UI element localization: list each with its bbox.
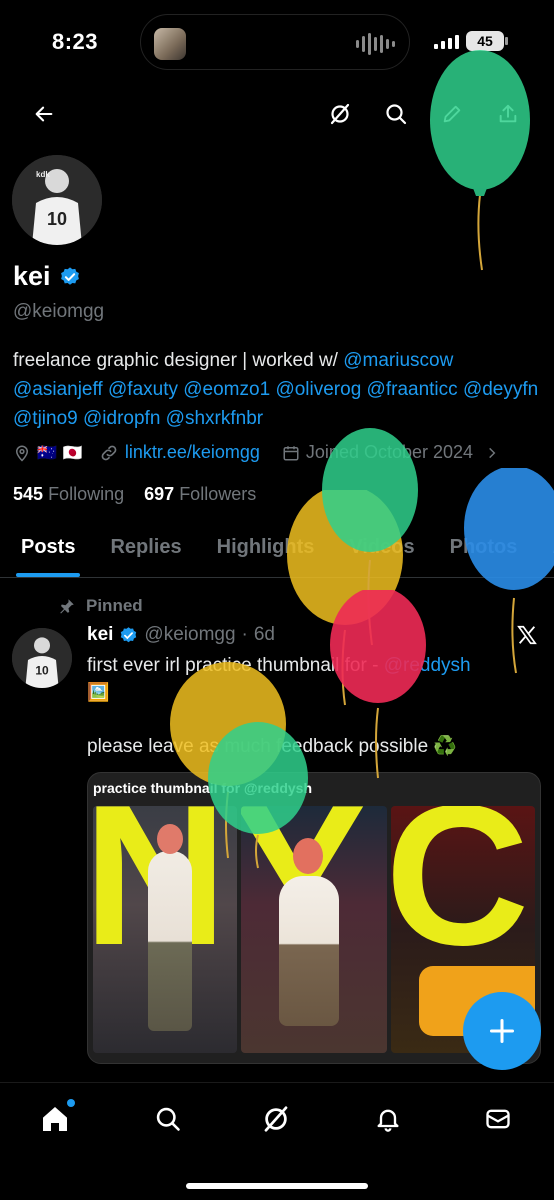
chevron-right-icon[interactable] [485, 446, 499, 460]
bio-mention[interactable]: @asianjeff [13, 379, 103, 400]
now-playing-thumbnail [154, 28, 186, 60]
following-link[interactable]: 545 Following [13, 484, 124, 504]
profile-avatar[interactable]: 10 kdk [12, 155, 102, 245]
post-line2: please leave as much feedback possible ♻… [87, 736, 458, 757]
bio-mention[interactable]: @idropfn [83, 408, 160, 429]
link-icon [101, 445, 117, 460]
bio-mention[interactable]: @deyyfn [463, 379, 538, 400]
pinned-label: Pinned [86, 596, 143, 615]
location-flag: 🇯🇵 [62, 444, 83, 462]
followers-link[interactable]: 697 Followers [144, 484, 256, 504]
profile-meta: 🇦🇺 🇯🇵 linktr.ee/keiomgg Joined October 2… [13, 442, 543, 463]
bio-mention[interactable]: @oliverog [275, 379, 361, 400]
location-flag: 🇦🇺 [37, 444, 57, 462]
verified-badge-icon [121, 626, 137, 642]
home-icon[interactable] [37, 1099, 75, 1137]
svg-text:10: 10 [47, 209, 67, 229]
thumbnail-letter: C [391, 806, 530, 987]
tab-replies[interactable]: Replies [110, 524, 181, 577]
notification-dot [67, 1099, 75, 1107]
grok-icon[interactable] [322, 96, 358, 132]
balloon-green-icon [430, 50, 530, 271]
balloon-red-icon [330, 590, 426, 779]
location-pin-icon [15, 445, 29, 462]
home-indicator [186, 1183, 368, 1189]
profile-bio: freelance graphic designer | worked w/ @… [13, 346, 543, 433]
following-count: 545 [13, 484, 44, 504]
profile-name: kei [13, 261, 51, 291]
profile-website-link[interactable]: linktr.ee/keiomgg [125, 442, 260, 463]
pin-icon [60, 599, 74, 614]
notifications-bell-icon[interactable] [370, 1101, 406, 1137]
post-age: 6d [253, 624, 275, 645]
profile-handle: @keiomgg [13, 301, 105, 322]
search-icon[interactable] [378, 96, 414, 132]
messages-icon[interactable] [480, 1101, 516, 1137]
compose-post-button[interactable] [463, 992, 541, 1070]
bio-mention[interactable]: @mariuscow [343, 350, 453, 371]
calendar-icon [283, 445, 299, 460]
post-header: kei @keiomgg · 6d [87, 624, 275, 646]
following-label: Following [48, 484, 125, 504]
bio-mention[interactable]: @fraanticc [367, 379, 458, 400]
tab-posts[interactable]: Posts [15, 524, 81, 577]
balloon-blue-icon [464, 468, 554, 674]
verified-badge-icon[interactable] [59, 266, 81, 288]
follow-stats: 545 Following 697 Followers [13, 484, 256, 505]
svg-text:kdk: kdk [36, 170, 50, 179]
bio-mention[interactable]: @eomzo1 [183, 379, 270, 400]
profile-name-row: kei [13, 261, 81, 292]
post-separator: · [241, 624, 248, 645]
balloon-green-icon [208, 722, 308, 869]
audio-waveform-icon [356, 33, 395, 55]
plus-icon [489, 1018, 515, 1044]
bio-mention[interactable]: @tjino9 [13, 408, 78, 429]
post-handle: @keiomgg [144, 624, 236, 645]
back-arrow-icon[interactable] [26, 96, 62, 132]
followers-label: Followers [179, 484, 257, 504]
pinned-indicator: Pinned [58, 596, 143, 616]
post-avatar[interactable]: 10 [12, 628, 72, 688]
dynamic-island[interactable] [140, 14, 410, 70]
svg-text:10: 10 [35, 664, 49, 678]
post-author[interactable]: kei [87, 624, 113, 646]
status-time: 8:23 [52, 29, 99, 54]
bio-text: freelance graphic designer | worked w/ [13, 350, 338, 371]
search-icon[interactable] [150, 1101, 186, 1137]
bio-mention[interactable]: @faxuty [108, 379, 178, 400]
bio-mention[interactable]: @shxrkfnbr [166, 408, 263, 429]
grok-icon[interactable] [258, 1101, 294, 1137]
followers-count: 697 [144, 484, 175, 504]
